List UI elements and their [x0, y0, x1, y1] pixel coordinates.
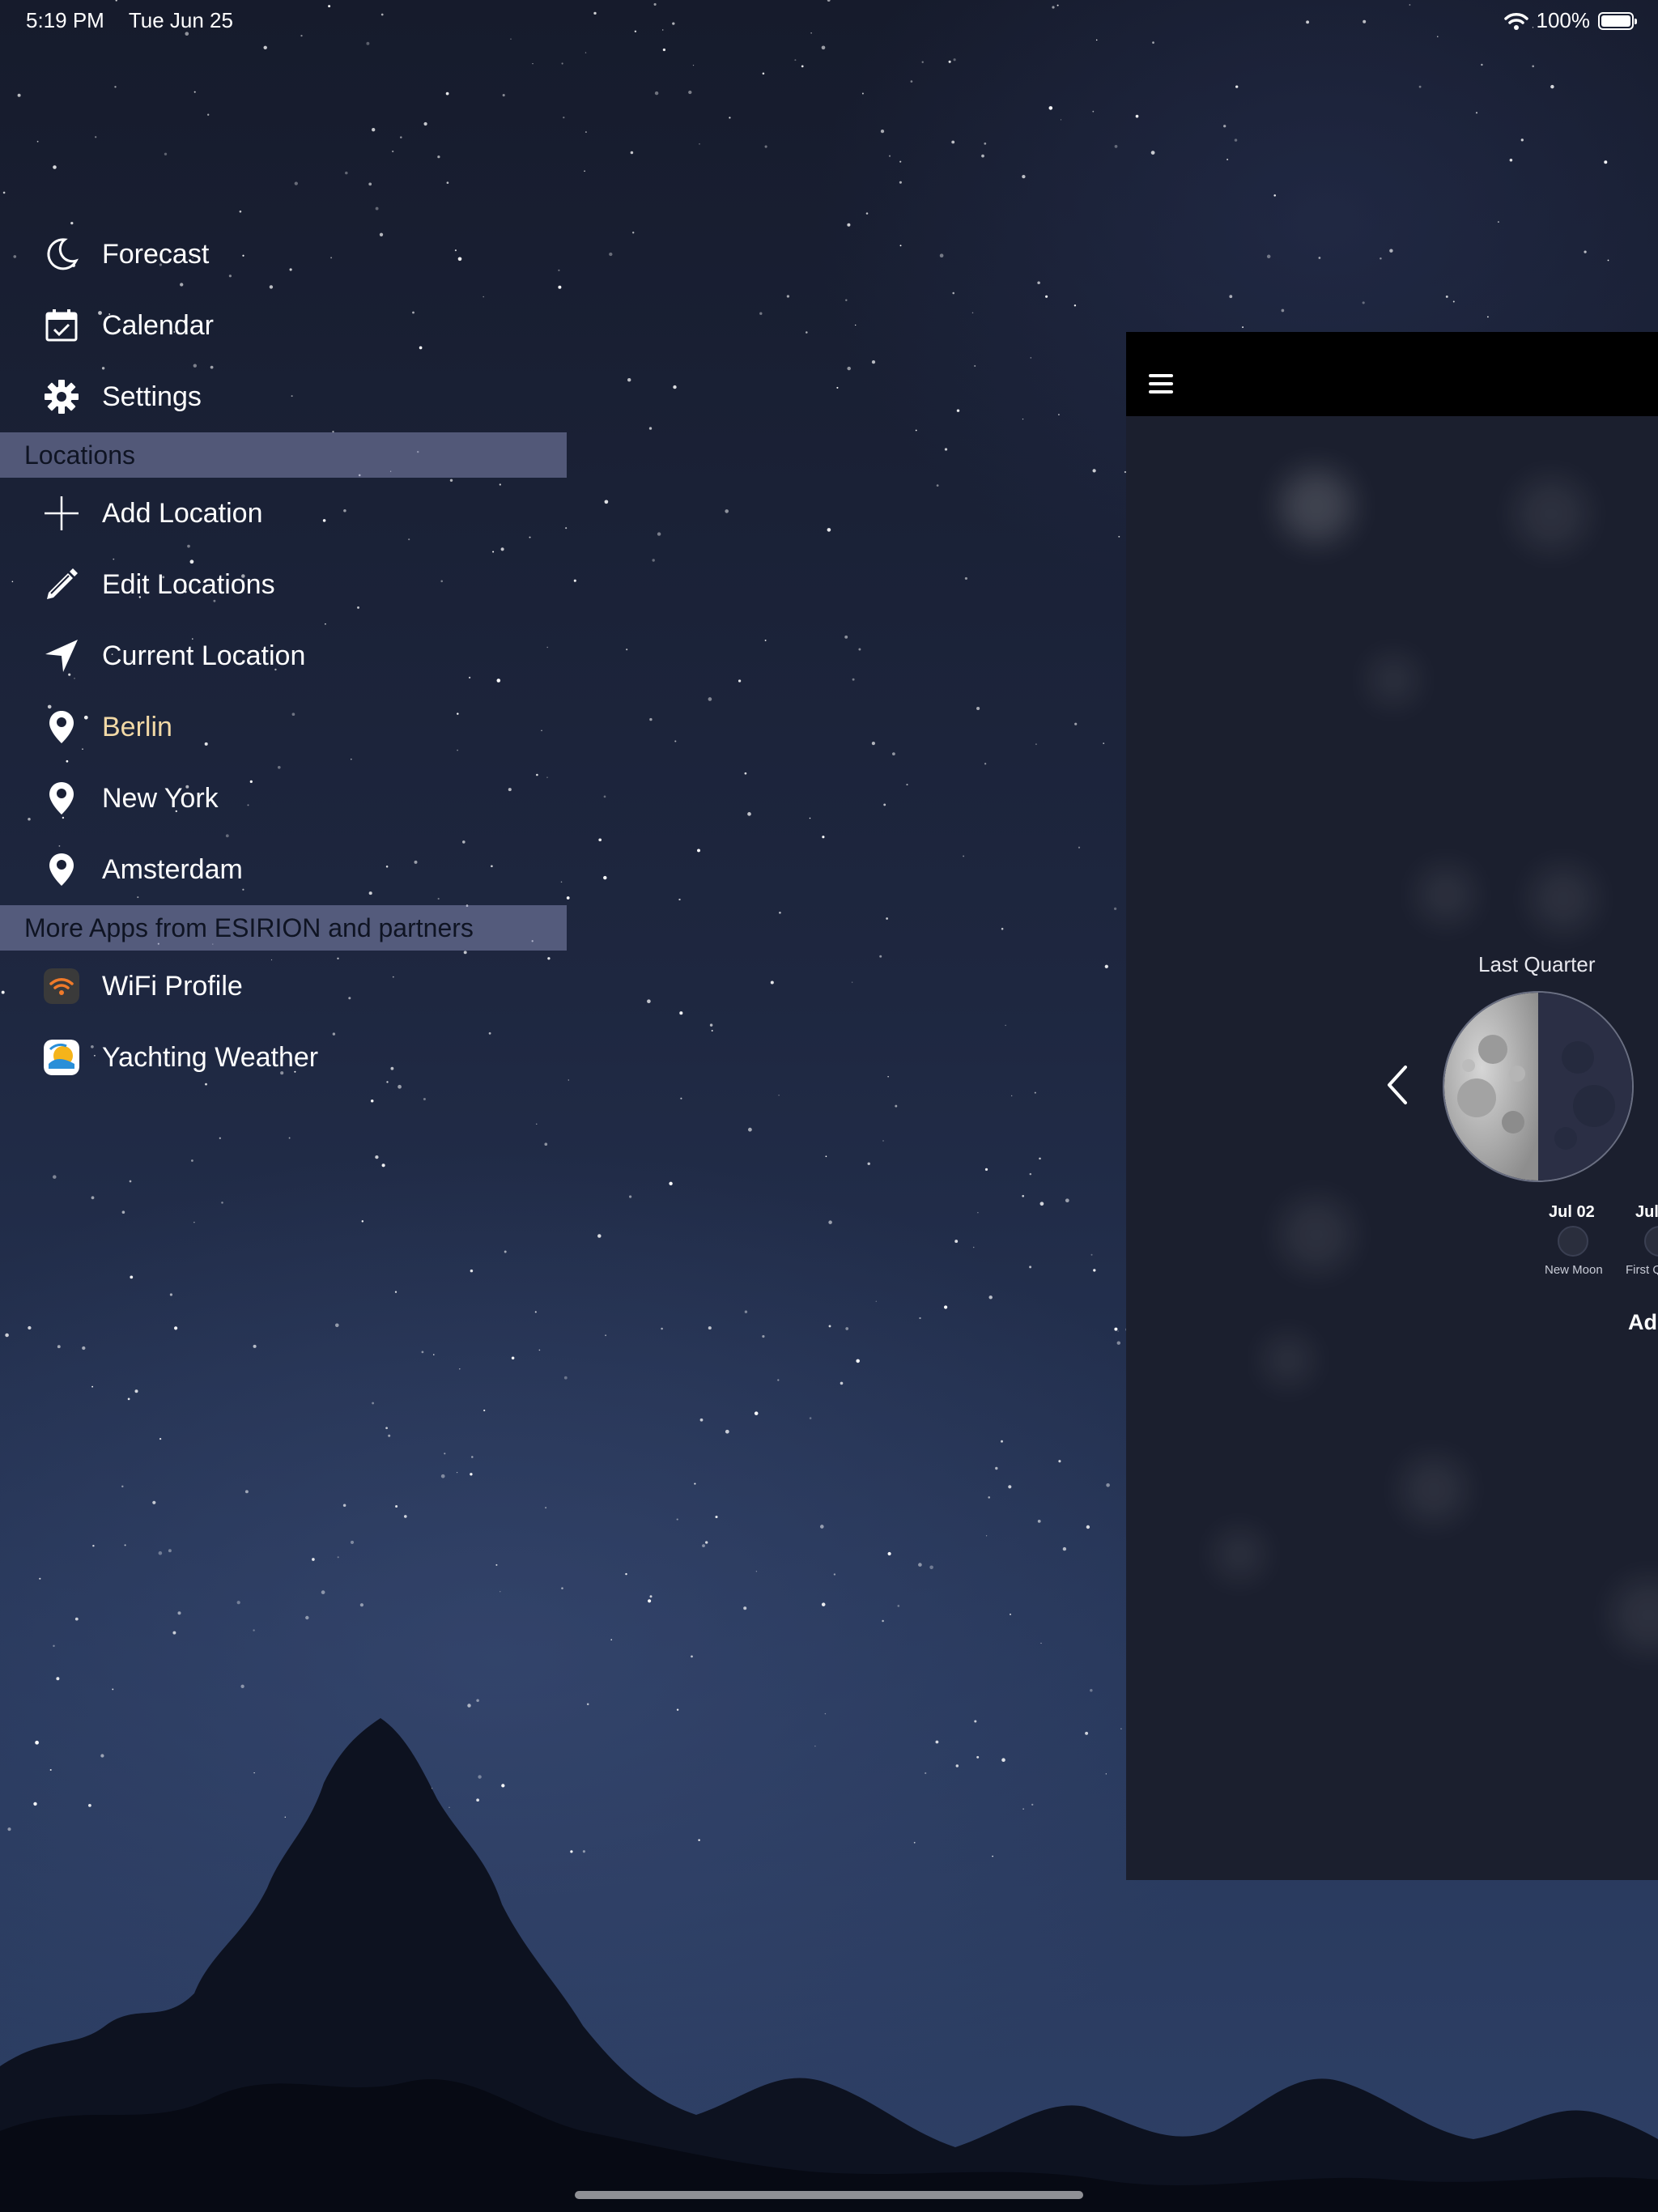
- blurred-star: [1369, 656, 1418, 704]
- moon-icon: [39, 232, 84, 277]
- main-content-panel[interactable]: Last Quarter Jul 02 New Moon Jul First Q…: [1126, 332, 1658, 1880]
- menu-item-amsterdam[interactable]: Amsterdam: [0, 834, 567, 905]
- menu-item-label: New York: [102, 782, 219, 814]
- section-header-more-apps: More Apps from ESIRION and partners: [0, 905, 567, 951]
- menu-item-label: Berlin: [102, 711, 172, 742]
- moon-phase-title: Last Quarter: [1478, 952, 1596, 976]
- next-phase-label: New Moon: [1545, 1263, 1603, 1277]
- section-header-label: More Apps from ESIRION and partners: [24, 912, 474, 942]
- menu-item-label: Current Location: [102, 640, 306, 671]
- gear-icon: [39, 374, 84, 419]
- chevron-left-icon[interactable]: [1381, 1061, 1414, 1109]
- ad-label: Ad: [1628, 1310, 1657, 1334]
- menu-item-new-york[interactable]: New York: [0, 763, 567, 834]
- next-phase-moon-icon: [1644, 1226, 1658, 1257]
- battery-icon: [1598, 11, 1637, 30]
- next-phase-date: Jul 02: [1549, 1203, 1595, 1221]
- section-header-label: Locations: [24, 440, 135, 470]
- blurred-star: [1401, 1457, 1466, 1522]
- pin-icon: [39, 847, 84, 892]
- hamburger-menu-icon[interactable]: [1149, 374, 1173, 393]
- blurred-star: [1418, 866, 1474, 923]
- status-time: 5:19 PM: [26, 8, 104, 32]
- battery-percent: 100%: [1536, 8, 1591, 32]
- menu-item-label: Edit Locations: [102, 568, 275, 600]
- wifi-app-icon: [39, 963, 84, 1009]
- menu-item-wifi-profile[interactable]: WiFi Profile: [0, 951, 567, 1022]
- pin-icon: [39, 776, 84, 821]
- next-phase-date: Jul: [1635, 1203, 1658, 1221]
- blurred-star: [1612, 1579, 1658, 1652]
- section-header-locations: Locations: [0, 432, 567, 478]
- home-indicator[interactable]: [575, 2191, 1083, 2199]
- menu-item-calendar[interactable]: Calendar: [0, 290, 567, 361]
- next-phase-moon-icon: [1558, 1226, 1588, 1257]
- menu-item-forecast[interactable]: Forecast: [0, 219, 567, 290]
- menu-item-current-location[interactable]: Current Location: [0, 620, 567, 691]
- menu-item-berlin[interactable]: Berlin: [0, 691, 567, 763]
- navigation-bar: [1126, 332, 1658, 416]
- moon-image: [1444, 993, 1632, 1180]
- blurred-star: [1280, 470, 1353, 542]
- status-bar: 5:19 PM Tue Jun 25 100%: [0, 0, 1658, 40]
- blurred-star: [1531, 866, 1596, 931]
- blurred-star: [1215, 1530, 1264, 1579]
- yachting-weather-app-icon: [39, 1035, 84, 1080]
- pin-icon: [39, 704, 84, 750]
- menu-item-add-location[interactable]: Add Location: [0, 478, 567, 549]
- pencil-icon: [39, 562, 84, 607]
- menu-item-label: Settings: [102, 381, 202, 412]
- menu-item-label: Calendar: [102, 309, 214, 341]
- location-arrow-icon: [39, 633, 84, 678]
- menu-item-edit-locations[interactable]: Edit Locations: [0, 549, 567, 620]
- plus-icon: [39, 491, 84, 536]
- menu-item-label: WiFi Profile: [102, 970, 243, 1002]
- menu-item-label: Forecast: [102, 238, 210, 270]
- menu-item-yachting-weather[interactable]: Yachting Weather: [0, 1022, 567, 1093]
- next-phase-label: First Q: [1626, 1263, 1658, 1277]
- menu-item-label: Amsterdam: [102, 853, 243, 885]
- blurred-star: [1515, 478, 1588, 551]
- blurred-star: [1280, 1198, 1353, 1271]
- status-date: Tue Jun 25: [128, 8, 233, 32]
- wifi-icon: [1503, 12, 1528, 30]
- menu-item-label: Add Location: [102, 497, 263, 529]
- calendar-icon: [39, 303, 84, 348]
- menu-item-settings[interactable]: Settings: [0, 361, 567, 432]
- blurred-star: [1264, 1336, 1312, 1385]
- menu-item-label: Yachting Weather: [102, 1041, 319, 1073]
- side-menu: Forecast Calendar Settings Locations Add…: [0, 219, 567, 1093]
